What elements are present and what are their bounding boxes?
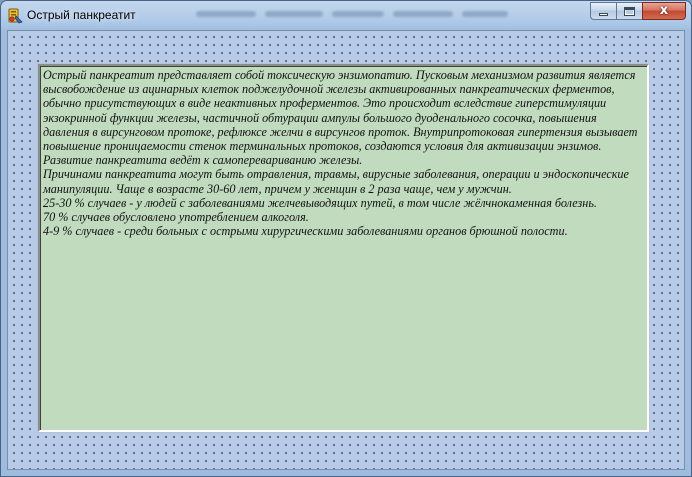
memo-text: Острый панкреатит представляет собой ток… (43, 68, 638, 239)
caption-buttons: x (590, 2, 686, 21)
close-button[interactable]: x (642, 2, 686, 20)
description-memo[interactable]: Острый панкреатит представляет собой ток… (38, 64, 649, 432)
form-client-area: Острый панкреатит представляет собой ток… (7, 30, 685, 470)
window-title: Острый панкреатит (27, 8, 136, 22)
application-window: Острый панкреатит x Острый панкреатит пр… (0, 0, 692, 477)
minimize-button[interactable] (590, 2, 616, 20)
title-bar[interactable]: Острый панкреатит x (1, 1, 691, 30)
minimize-icon (599, 13, 608, 16)
close-icon: x (659, 3, 669, 18)
maximize-icon (624, 7, 635, 16)
application-icon[interactable] (7, 8, 23, 24)
maximize-button[interactable] (616, 2, 642, 20)
blurred-background-menu (196, 4, 576, 28)
